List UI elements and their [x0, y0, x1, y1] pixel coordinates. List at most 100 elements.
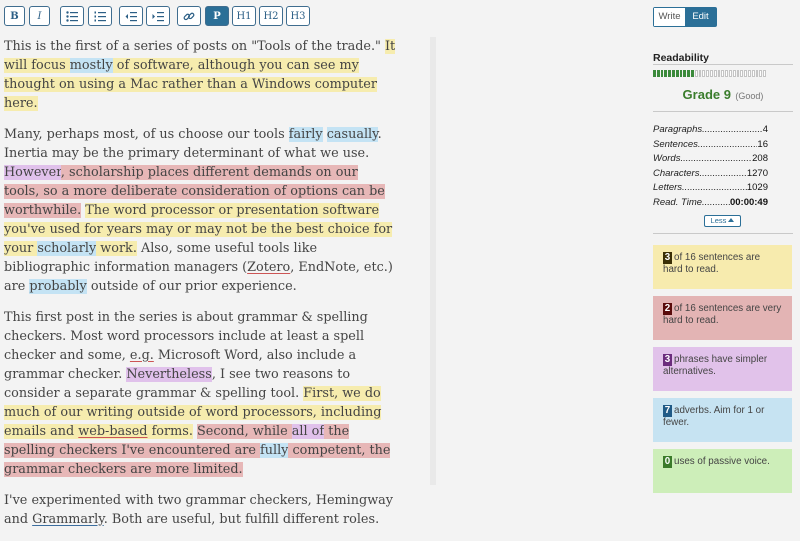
- numbered-list-icon: [94, 11, 106, 22]
- numbered-list-button[interactable]: [88, 6, 112, 26]
- heading-2-button[interactable]: H2: [259, 6, 283, 26]
- spelling-underline[interactable]: e.g.: [130, 348, 154, 363]
- grade-note: (Good): [735, 91, 764, 101]
- readability-bar-segment: [671, 70, 675, 77]
- stat-row: Paragraphs..............................…: [653, 124, 768, 135]
- readability-bar-segment: [679, 70, 683, 77]
- stat-value: 4: [762, 124, 768, 135]
- link-button[interactable]: [177, 6, 201, 26]
- readability-bar-segment: [736, 70, 740, 77]
- stat-value: 00:00:49: [729, 196, 768, 208]
- paragraph-button[interactable]: P: [205, 6, 229, 26]
- paragraph-2[interactable]: Many, perhaps most, of us choose our too…: [4, 125, 396, 296]
- stat-value: 16: [757, 138, 768, 150]
- spelling-underline[interactable]: Zotero: [247, 260, 290, 275]
- readability-bar-segment: [653, 70, 656, 77]
- bold-button[interactable]: B: [4, 6, 25, 26]
- indent-icon: [152, 12, 164, 22]
- readability-bar-segment: [740, 70, 744, 77]
- sidebar-divider: [653, 233, 793, 234]
- stat-label: Letters.................................…: [653, 182, 747, 193]
- heading-1-button[interactable]: H1: [232, 6, 256, 26]
- edit-mode-button[interactable]: Edit: [685, 8, 716, 26]
- readability-bar-segment: [675, 70, 679, 77]
- heading-3-button[interactable]: H3: [286, 6, 310, 26]
- less-label: Less: [710, 216, 727, 225]
- card-count: 2: [663, 303, 672, 315]
- readability-bar: [653, 70, 766, 77]
- card-count: 0: [663, 456, 672, 468]
- stat-value: 208: [752, 153, 768, 164]
- readability-bar-segment: [732, 70, 736, 77]
- stat-label: Paragraphs..............................…: [653, 124, 763, 135]
- adverb-highlight[interactable]: scholarly: [37, 241, 97, 256]
- adverbs-card: 7 adverbs. Aim for 1 or fewer.: [653, 398, 792, 442]
- link-icon: [183, 12, 195, 21]
- card-text: phrases have simpler alternatives.: [663, 354, 768, 377]
- stat-row: Words...................................…: [653, 153, 768, 164]
- readability-bar-segment: [694, 70, 698, 77]
- grade-level: Grade 9: [682, 87, 731, 102]
- readability-bar-segment: [744, 70, 747, 77]
- readability-bar-segment: [702, 70, 706, 77]
- readability-bar-segment: [759, 70, 763, 77]
- stat-label: Words...................................…: [653, 153, 752, 164]
- simpler-phrase-highlight[interactable]: However: [4, 165, 61, 180]
- stat-label: Read. Time..............................…: [653, 196, 730, 208]
- adverb-highlight[interactable]: fully: [260, 443, 289, 458]
- adverb-highlight[interactable]: mostly: [69, 58, 113, 73]
- bullet-list-button[interactable]: [60, 6, 84, 26]
- stat-value: 1029: [746, 182, 768, 193]
- grade-display: Grade 9 (Good): [653, 86, 793, 104]
- adverb-highlight[interactable]: fairly: [288, 127, 323, 142]
- simpler-phrase-highlight[interactable]: all of: [291, 424, 325, 439]
- sidebar-divider: [653, 111, 793, 112]
- readability-label: Readability: [653, 52, 710, 64]
- stat-row: Characters..............................…: [653, 168, 768, 179]
- less-button[interactable]: Less: [704, 215, 741, 227]
- stat-label: Sentences...............................…: [653, 138, 757, 150]
- spelling-underline[interactable]: Grammarly: [32, 512, 104, 527]
- stat-label: Characters..............................…: [653, 167, 747, 179]
- hard-sentence-highlight[interactable]: work.: [96, 241, 137, 256]
- text-run: Many, perhaps most, of us choose our too…: [4, 127, 289, 142]
- readability-bar-segment: [687, 70, 690, 77]
- paragraph-1[interactable]: This is the first of a series of posts o…: [4, 37, 396, 113]
- text-editor[interactable]: This is the first of a series of posts o…: [4, 37, 396, 541]
- readability-bar-segment: [728, 70, 732, 77]
- very-hard-sentences-card: 2 of 16 sentences are very hard to read.: [653, 296, 792, 340]
- card-text: uses of passive voice.: [674, 456, 770, 467]
- readability-bar-segment: [706, 70, 709, 77]
- paragraph-4[interactable]: I've experimented with two grammar check…: [4, 491, 396, 529]
- card-text: of 16 sentences are very hard to read.: [663, 303, 782, 326]
- write-mode-button[interactable]: Write: [654, 8, 685, 26]
- paragraph-3[interactable]: This first post in the series is about g…: [4, 308, 396, 479]
- stat-row: Letters.................................…: [653, 182, 768, 193]
- indent-button[interactable]: [146, 6, 170, 26]
- hard-sentence-highlight[interactable]: web-based: [78, 424, 148, 439]
- readability-bar-segment: [683, 70, 687, 77]
- adverb-highlight[interactable]: probably: [29, 279, 87, 294]
- outdent-icon: [125, 12, 137, 22]
- stat-row: Read. Time..............................…: [653, 197, 768, 208]
- simpler-phrase-highlight[interactable]: Nevertheless: [126, 367, 212, 382]
- hard-sentence-highlight[interactable]: forms.: [147, 424, 193, 439]
- stat-row: Sentences...............................…: [653, 139, 768, 150]
- sidebar-divider: [653, 64, 793, 65]
- outdent-button[interactable]: [119, 6, 143, 26]
- readability-bar-segment: [747, 70, 751, 77]
- card-count: 3: [663, 354, 672, 366]
- readability-bar-segment: [698, 70, 702, 77]
- text-run: . Both are useful, but fulfill different…: [103, 512, 380, 527]
- caret-up-icon: [728, 218, 735, 222]
- readability-bar-segment: [713, 70, 717, 77]
- card-count: 3: [663, 252, 672, 264]
- hard-sentences-card: 3 of 16 sentences are hard to read.: [653, 245, 792, 289]
- bullet-list-icon: [66, 11, 78, 22]
- very-hard-sentence-highlight[interactable]: Second, while: [196, 424, 292, 439]
- stat-value: 1270: [746, 167, 768, 179]
- adverb-highlight[interactable]: casually: [326, 127, 378, 142]
- readability-bar-segment: [656, 70, 660, 77]
- passive-voice-card: 0 uses of passive voice.: [653, 449, 792, 493]
- italic-button[interactable]: I: [29, 6, 50, 26]
